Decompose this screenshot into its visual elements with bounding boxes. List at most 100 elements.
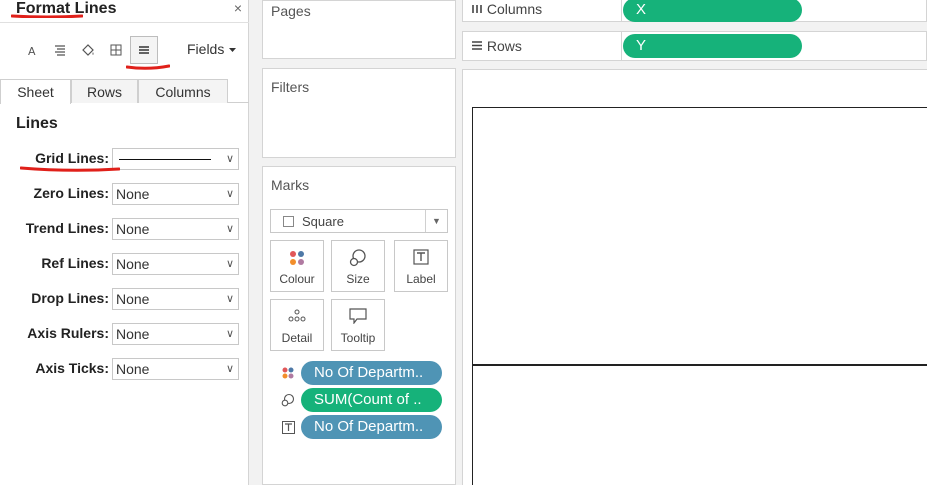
option-label: Ref Lines: — [41, 255, 109, 271]
detail-icon-wrap — [271, 308, 323, 326]
label-button-label: Label — [406, 272, 436, 286]
label-button[interactable]: Label — [394, 240, 448, 292]
fields-label: Fields — [187, 41, 225, 57]
label-pill[interactable]: No Of Departm.. — [301, 415, 442, 439]
colour-button[interactable]: Colour — [270, 240, 324, 292]
colour-icon — [290, 251, 304, 265]
red-annotation-underline-lines-button — [126, 64, 170, 70]
rows-label-text: Rows — [486, 38, 522, 54]
chevron-down-icon: ∨ — [225, 258, 234, 270]
option-row-trend-lines: Trend Lines: None ∨ — [0, 218, 249, 240]
format-font-button[interactable]: A — [18, 36, 46, 64]
tooltip-button[interactable]: Tooltip — [331, 299, 385, 351]
pages-card[interactable]: Pages — [262, 0, 456, 59]
format-shading-button[interactable] — [74, 36, 102, 64]
chevron-down-icon: ∨ — [225, 188, 234, 200]
drop-lines-select[interactable]: None ∨ — [112, 288, 239, 310]
option-row-axis-ticks: Axis Ticks: None ∨ — [0, 358, 249, 380]
filters-card[interactable]: Filters — [262, 68, 456, 158]
detail-icon — [288, 309, 306, 322]
label-icon — [413, 249, 429, 265]
svg-text:A: A — [28, 45, 36, 56]
chevron-down-icon: ∨ — [225, 293, 234, 305]
tab-columns[interactable]: Columns — [138, 79, 228, 103]
rows-shelf-label: Rows — [471, 38, 522, 54]
size-circles-icon — [281, 393, 295, 407]
red-annotation-underline-grid-lines — [20, 166, 120, 172]
option-label: Drop Lines: — [31, 290, 109, 306]
plot-pane-bottom[interactable] — [472, 365, 927, 485]
option-label: Grid Lines: — [35, 150, 109, 166]
tab-rows[interactable]: Rows — [71, 79, 138, 103]
format-lines-button[interactable] — [130, 36, 158, 64]
fields-dropdown[interactable]: Fields — [187, 41, 237, 57]
zero-lines-select[interactable]: None ∨ — [112, 183, 239, 205]
tooltip-icon — [349, 308, 367, 324]
columns-shelf-label: Columns — [471, 1, 542, 17]
colour-icon-wrap — [271, 249, 323, 267]
option-row-ref-lines: Ref Lines: None ∨ — [0, 253, 249, 275]
divider — [0, 22, 249, 23]
rows-pill-y[interactable]: Y — [623, 34, 802, 58]
ref-lines-select[interactable]: None ∨ — [112, 253, 239, 275]
option-value: None — [116, 256, 150, 272]
chevron-down-icon: ∨ — [225, 223, 234, 235]
caret-down-icon: ▼ — [425, 210, 447, 232]
columns-pill-x[interactable]: X — [623, 0, 802, 22]
option-value: None — [116, 291, 150, 307]
option-value: None — [116, 221, 150, 237]
columns-icon — [472, 5, 482, 13]
pages-card-title: Pages — [271, 3, 311, 19]
label-icon-wrap — [395, 249, 447, 267]
tab-sheet[interactable]: Sheet — [0, 79, 71, 104]
axis-rulers-select[interactable]: None ∨ — [112, 323, 239, 345]
alignment-icon — [55, 45, 65, 56]
format-toolbar: A — [18, 36, 158, 64]
solid-line-sample — [119, 159, 211, 160]
close-icon[interactable]: × — [234, 0, 242, 16]
size-pill[interactable]: SUM(Count of .. — [301, 388, 442, 412]
size-icon — [349, 249, 366, 267]
lines-icon — [139, 46, 149, 54]
tooltip-button-label: Tooltip — [340, 331, 376, 345]
option-label: Axis Ticks: — [35, 360, 109, 376]
red-annotation-underline-title — [11, 14, 83, 18]
square-mark-icon — [283, 216, 294, 227]
colour-pill[interactable]: No Of Departm.. — [301, 361, 442, 385]
colour-encoding-icon — [280, 365, 296, 381]
grid-lines-select[interactable]: ∨ — [112, 148, 239, 170]
format-alignment-button[interactable] — [46, 36, 74, 64]
divider — [621, 32, 622, 60]
label-t-icon — [281, 420, 295, 434]
colour-dots-icon — [282, 367, 294, 379]
option-label: Zero Lines: — [33, 185, 109, 201]
mark-type-label: Square — [302, 214, 344, 229]
chevron-down-icon: ∨ — [225, 363, 234, 375]
trend-lines-select[interactable]: None ∨ — [112, 218, 239, 240]
chevron-down-icon: ∨ — [225, 153, 234, 165]
option-value: None — [116, 361, 150, 377]
colour-button-label: Colour — [279, 272, 315, 286]
axis-ticks-select[interactable]: None ∨ — [112, 358, 239, 380]
plot-pane-top[interactable] — [472, 107, 927, 365]
option-value: None — [116, 326, 150, 342]
tooltip-icon-wrap — [332, 308, 384, 326]
font-icon: A — [28, 45, 36, 56]
size-button[interactable]: Size — [331, 240, 385, 292]
rows-icon — [472, 41, 482, 50]
option-row-drop-lines: Drop Lines: None ∨ — [0, 288, 249, 310]
filters-card-title: Filters — [271, 79, 310, 95]
mark-type-dropdown[interactable]: Square ▼ — [270, 209, 448, 233]
option-row-axis-rulers: Axis Rulers: None ∨ — [0, 323, 249, 345]
columns-label-text: Columns — [486, 1, 543, 17]
option-row-zero-lines: Zero Lines: None ∨ — [0, 183, 249, 205]
tableau-window: Format Lines × A Fields Sheet Rows Colum… — [0, 0, 927, 485]
chevron-down-icon: ∨ — [225, 328, 234, 340]
option-label: Trend Lines: — [25, 220, 109, 236]
option-label: Axis Rulers: — [27, 325, 109, 341]
format-pane: Format Lines × A Fields Sheet Rows Colum… — [0, 0, 249, 485]
format-borders-button[interactable] — [102, 36, 130, 64]
detail-button[interactable]: Detail — [270, 299, 324, 351]
paint-bucket-icon — [82, 44, 94, 56]
size-button-label: Size — [346, 272, 370, 286]
